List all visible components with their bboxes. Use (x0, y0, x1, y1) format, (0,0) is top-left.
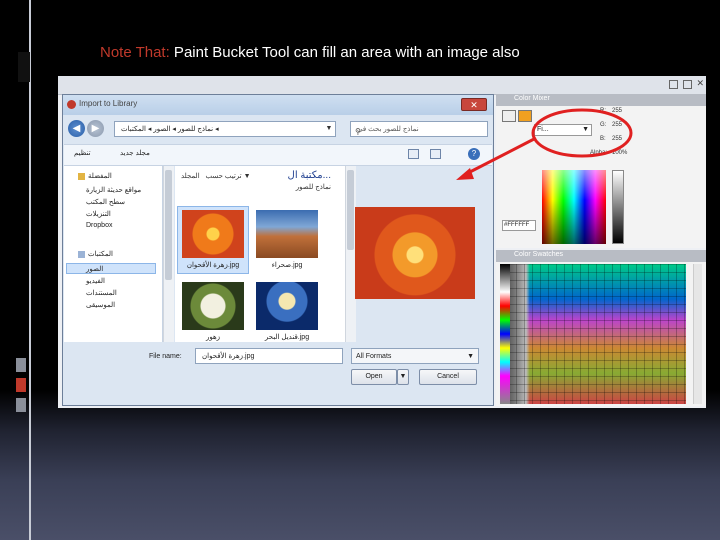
view-options-icon[interactable] (408, 149, 419, 159)
sidebar-item-documents[interactable]: المستندات (86, 289, 117, 297)
search-icon: ⚲ (355, 127, 361, 136)
sidebar-item-downloads[interactable]: التنزيلات (86, 210, 111, 218)
b-value[interactable]: 255 (612, 136, 622, 142)
library-subtitle: نماذج للصور (295, 184, 331, 191)
swatches-scrollbar[interactable] (693, 264, 702, 404)
panel-header: Color Swatches (496, 250, 706, 262)
file-thumbnail[interactable] (182, 210, 244, 258)
swatch-column[interactable] (500, 264, 510, 404)
search-placeholder: نماذج للصور بحث في (357, 126, 419, 133)
library-title: مكتبة ال... (287, 170, 331, 181)
file-list: مكتبة ال... نماذج للصور ترتيب حسب المجلد… (175, 166, 345, 342)
dialog-titlebar: Import to Library ✕ (63, 95, 493, 115)
image-preview (355, 207, 475, 299)
star-icon (78, 172, 85, 180)
sidebar-item-dropbox[interactable]: Dropbox (86, 222, 112, 229)
navigation-bar: ◀ ▶ نماذج للصور ◂ الصور ◂ المكتبات ◂ ▼ ⚲… (66, 119, 490, 141)
color-swatches-title: Color Swatches (514, 251, 564, 258)
cancel-button[interactable]: Cancel (419, 369, 477, 385)
g-label: G: (600, 122, 607, 128)
restore-icon[interactable] (669, 80, 678, 89)
sidebar-item-music[interactable]: الموسيقى (86, 301, 115, 309)
slide-decoration-block (18, 52, 30, 82)
library-icon (78, 250, 85, 258)
import-dialog: Import to Library ✕ ◀ ▶ نماذج للصور ◂ ال… (62, 94, 494, 406)
libraries-header: المكتبات (78, 250, 113, 258)
fill-type-select[interactable]: Fi... ▼ (534, 124, 592, 136)
app-icon (67, 100, 76, 109)
sidebar-item-desktop[interactable]: سطح المكتب (86, 198, 125, 206)
sidebar-item-recent[interactable]: مواقع حديثة الزيارة (86, 186, 141, 194)
dialog-title: Import to Library (79, 99, 138, 108)
r-value[interactable]: 255 (612, 108, 622, 114)
organize-button[interactable]: تنظيم (74, 149, 91, 157)
preview-pane-icon[interactable] (430, 149, 441, 159)
file-thumbnail[interactable] (182, 282, 244, 330)
fill-color-swatch[interactable] (518, 110, 532, 122)
chevron-down-icon: ▼ (582, 126, 589, 133)
slide-marker (16, 378, 26, 392)
file-name[interactable]: زهور (178, 333, 248, 341)
close-icon[interactable]: ✕ (461, 98, 487, 111)
chevron-down-icon: ▼ (467, 353, 474, 360)
brightness-slider[interactable] (612, 170, 624, 244)
navigation-pane: المفضلة مواقع حديثة الزيارة سطح المكتب ا… (64, 166, 163, 342)
g-value[interactable]: 255 (612, 122, 622, 128)
file-name-field[interactable]: زهرة الأقحوان.jpg (195, 348, 343, 364)
r-label: R: (600, 108, 606, 114)
slide-title-text: Paint Bucket Tool can fill an area with … (169, 44, 520, 61)
format-select[interactable]: All Formats ▼ (351, 348, 479, 364)
slide-title: Note That: Paint Bucket Tool can fill an… (100, 44, 520, 61)
selected-highlight (66, 263, 156, 274)
file-name[interactable]: صحراء.jpg (252, 261, 322, 269)
file-name[interactable]: قنديل البحر.jpg (252, 333, 322, 341)
color-swatches-panel: Color Swatches (496, 250, 706, 406)
sidebar-item-videos[interactable]: الفيديو (86, 277, 105, 285)
back-arrow-icon[interactable]: ◀ (68, 120, 85, 137)
spectrum-overlay (542, 170, 606, 200)
file-thumbnail[interactable] (256, 282, 318, 330)
chevron-down-icon[interactable]: ▼ (322, 121, 336, 137)
embedded-screenshot: ✕ Import to Library ✕ ◀ ▶ نماذج للصور ◂ … (58, 76, 706, 408)
help-icon[interactable]: ? (468, 148, 480, 160)
maximize-icon[interactable] (683, 80, 692, 89)
panel-header: Color Mixer (496, 94, 706, 106)
app-close-icon[interactable]: ✕ (696, 78, 704, 89)
alpha-label: Alpha: (590, 150, 608, 156)
scroll-thumb[interactable] (165, 170, 172, 280)
scroll-thumb[interactable] (347, 170, 354, 250)
color-mixer-title: Color Mixer (514, 95, 550, 102)
swatch-grid[interactable] (500, 264, 686, 404)
nav-scrollbar[interactable] (163, 166, 174, 342)
file-name-label: File name: (149, 353, 182, 360)
sidebar-item-pictures[interactable]: الصور (86, 265, 103, 273)
open-button[interactable]: Open (351, 369, 397, 385)
arrange-by-dropdown[interactable]: ترتيب حسب المجلد ▼ (181, 172, 251, 180)
app-top-bar: ✕ (58, 76, 706, 95)
file-thumbnail[interactable] (256, 210, 318, 258)
open-options-dropdown[interactable]: ▼ (397, 369, 409, 385)
color-mixer-panel: Color Mixer Fi... ▼ R: 255 G: 255 B: 255 Alp… (496, 94, 706, 248)
address-bar[interactable]: نماذج للصور ◂ الصور ◂ المكتبات ◂ (114, 121, 336, 137)
alpha-value[interactable]: 100% (612, 150, 627, 156)
search-input[interactable]: ⚲ نماذج للصور بحث في (350, 121, 488, 137)
slide-title-highlight: Note That: (100, 44, 170, 61)
command-toolbar: تنظيم مجلد جديد ? (64, 144, 492, 166)
file-name[interactable]: زهرة الأقحوان.jpg (178, 261, 248, 269)
stroke-color-swatch[interactable] (502, 110, 516, 122)
favorites-header: المفضلة (78, 172, 112, 180)
b-label: B: (600, 136, 606, 142)
slide-marker (16, 398, 26, 412)
slide-marker (16, 358, 26, 372)
forward-arrow-icon[interactable]: ▶ (87, 120, 104, 137)
hex-input[interactable]: #FFFFFF (502, 220, 536, 231)
new-folder-button[interactable]: مجلد جديد (120, 149, 150, 157)
